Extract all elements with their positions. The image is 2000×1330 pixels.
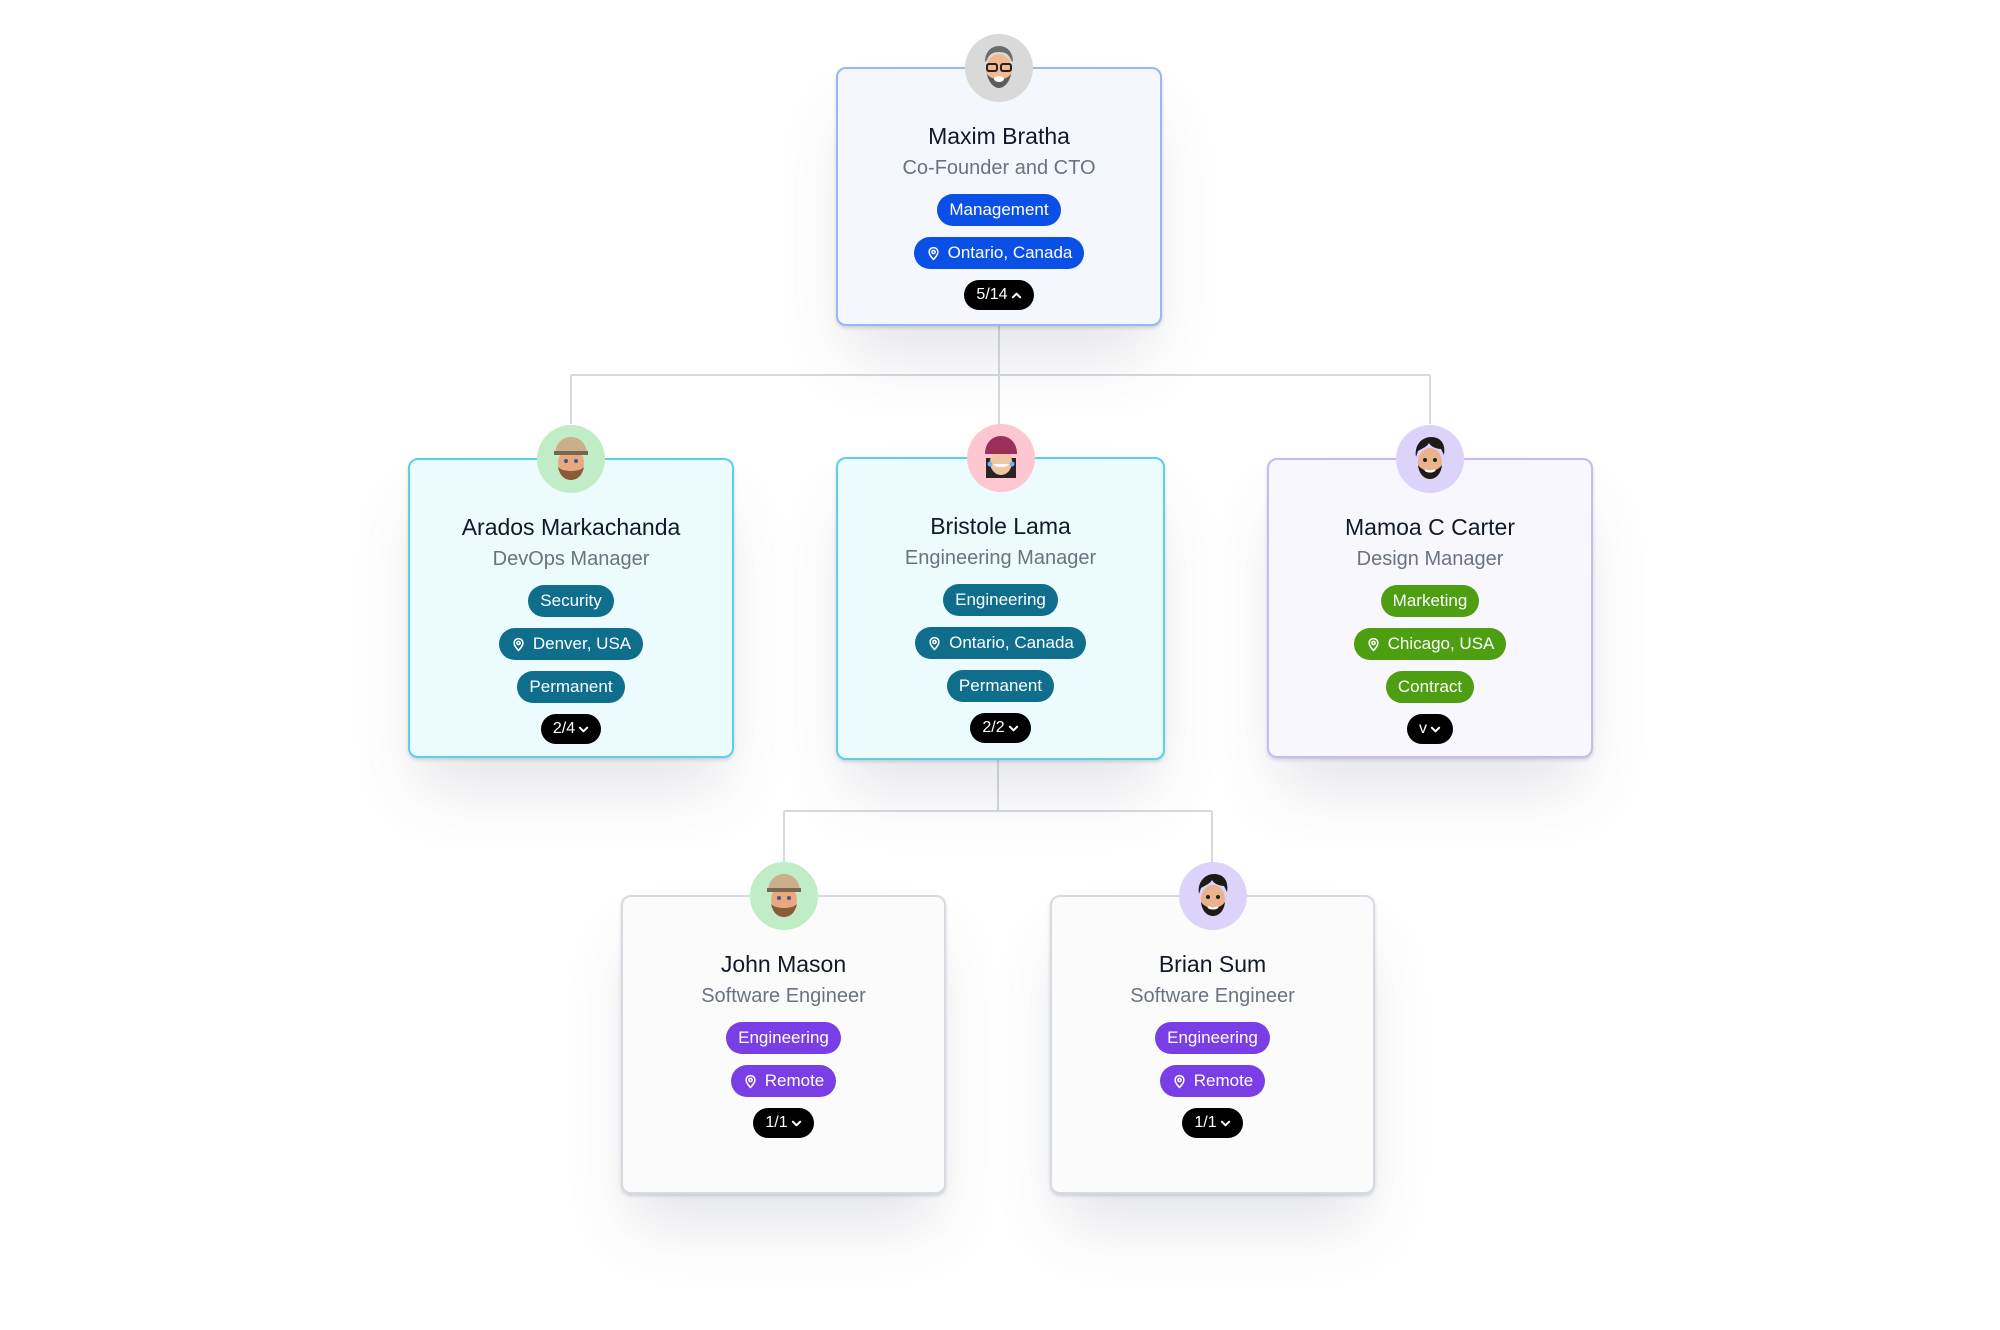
org-card-brian-sum[interactable]: Brian Sum Software Engineer Engineering … bbox=[1050, 862, 1375, 1194]
avatar bbox=[1396, 425, 1464, 493]
expand-toggle-button[interactable]: 2/4 bbox=[540, 714, 602, 744]
memoji-pink-hat-icon bbox=[973, 430, 1029, 486]
employee-name: Mamoa C Carter bbox=[1345, 514, 1515, 540]
location-badge: Remote bbox=[1159, 1065, 1266, 1097]
org-card-mamoa-c-carter[interactable]: Mamoa C Carter Design Manager Marketing … bbox=[1267, 425, 1593, 758]
expand-toggle-button[interactable]: 1/1 bbox=[753, 1108, 814, 1138]
expand-toggle-button[interactable]: 2/2 bbox=[970, 713, 1031, 743]
expand-toggle-button[interactable]: 5/14 bbox=[964, 280, 1034, 310]
org-card-maxim-bratha[interactable]: Maxim Bratha Co-Founder and CTO Manageme… bbox=[836, 34, 1162, 326]
avatar bbox=[966, 424, 1035, 492]
employee-name: Brian Sum bbox=[1158, 951, 1267, 977]
memoji-glasses-icon bbox=[971, 40, 1027, 96]
chevron-down-icon bbox=[791, 1118, 802, 1129]
memoji-hat-icon bbox=[756, 868, 812, 924]
department-badge: Marketing bbox=[1380, 585, 1480, 617]
chevron-up-icon bbox=[1011, 290, 1022, 301]
employee-title: Design Manager bbox=[1356, 548, 1504, 570]
location-badge: Denver, USA bbox=[498, 628, 644, 660]
department-badge: Management bbox=[937, 194, 1061, 226]
employment-type-badge: Permanent bbox=[946, 670, 1055, 702]
employee-name: Bristole Lama bbox=[930, 513, 1071, 539]
avatar bbox=[965, 34, 1033, 102]
org-card-bristole-lama[interactable]: Bristole Lama Engineering Manager Engine… bbox=[836, 424, 1165, 760]
employee-name: Arados Markachanda bbox=[461, 514, 681, 540]
employee-title: Co-Founder and CTO bbox=[902, 157, 1096, 179]
memoji-hat-icon bbox=[543, 431, 599, 487]
expand-toggle-button[interactable]: 1/1 bbox=[1182, 1108, 1243, 1138]
location-pin-icon bbox=[927, 636, 942, 651]
department-badge: Engineering bbox=[726, 1022, 841, 1054]
department-badge: Engineering bbox=[1155, 1022, 1270, 1054]
avatar bbox=[1178, 862, 1247, 930]
location-pin-icon bbox=[1366, 637, 1381, 652]
avatar bbox=[537, 425, 605, 493]
memoji-beard-icon bbox=[1402, 431, 1458, 487]
location-pin-icon bbox=[926, 246, 941, 261]
employee-title: Software Engineer bbox=[1130, 985, 1295, 1007]
employment-type-badge: Permanent bbox=[517, 671, 625, 703]
org-card-john-mason[interactable]: John Mason Software Engineer Engineering… bbox=[621, 862, 946, 1194]
chevron-down-icon bbox=[1220, 1118, 1231, 1129]
chevron-down-icon bbox=[1430, 724, 1441, 735]
employment-type-badge: Contract bbox=[1385, 671, 1475, 703]
department-badge: Security bbox=[528, 585, 614, 617]
department-badge: Engineering bbox=[943, 584, 1058, 616]
location-pin-icon bbox=[743, 1074, 758, 1089]
employee-name: Maxim Bratha bbox=[928, 123, 1070, 149]
org-card-arados-markachanda[interactable]: Arados Markachanda DevOps Manager Securi… bbox=[408, 425, 734, 758]
location-badge: Ontario, Canada bbox=[915, 627, 1086, 659]
location-pin-icon bbox=[1172, 1074, 1187, 1089]
location-pin-icon bbox=[511, 637, 526, 652]
chevron-down-icon bbox=[578, 724, 589, 735]
avatar bbox=[749, 862, 818, 930]
employee-name: John Mason bbox=[720, 951, 847, 977]
employee-title: Software Engineer bbox=[701, 985, 866, 1007]
chevron-down-icon bbox=[1008, 723, 1019, 734]
memoji-beard-icon bbox=[1185, 868, 1241, 924]
employee-title: Engineering Manager bbox=[904, 547, 1097, 569]
employee-title: DevOps Manager bbox=[492, 548, 650, 570]
expand-toggle-button[interactable]: v bbox=[1407, 714, 1453, 744]
location-badge: Chicago, USA bbox=[1353, 628, 1507, 660]
location-badge: Remote bbox=[730, 1065, 837, 1097]
location-badge: Ontario, Canada bbox=[913, 237, 1085, 269]
